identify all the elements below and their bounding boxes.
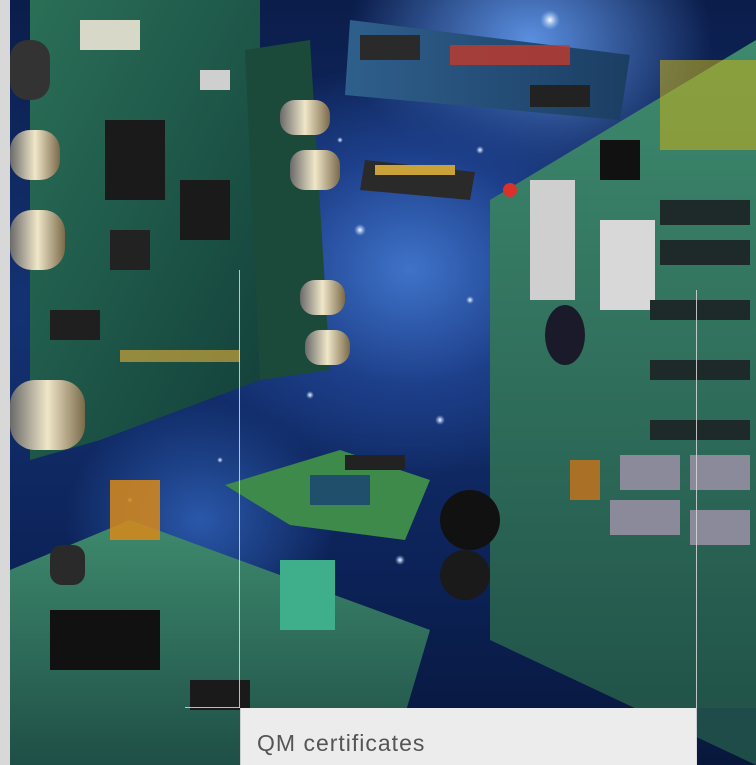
right-large-board: [440, 40, 756, 765]
guide-line-right: [696, 290, 697, 708]
guide-line-bottom: [185, 707, 240, 708]
caption-panel: QM certificates: [240, 708, 697, 765]
middle-floating-board: [225, 450, 430, 540]
small-floating-card: [360, 160, 475, 200]
right-photo-strip: [696, 708, 756, 765]
left-margin-rail: [0, 0, 10, 765]
top-floating-board: [345, 20, 630, 120]
circuit-boards-photo: [10, 0, 756, 765]
vertical-board: [245, 40, 350, 380]
caption-title: QM certificates: [257, 730, 426, 756]
guide-line-left: [239, 270, 240, 708]
photo-illustration: [10, 0, 756, 765]
